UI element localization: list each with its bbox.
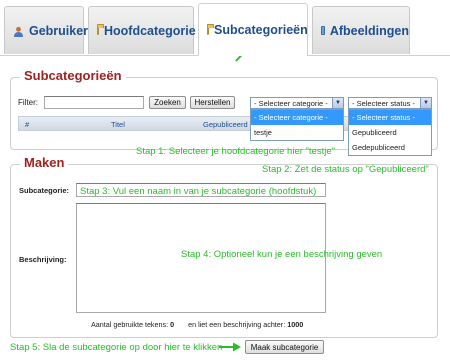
counter-remaining-value: 1000 — [287, 320, 304, 329]
tab-subcategorieen[interactable]: Subcategorieën — [198, 3, 308, 56]
tab-hoofdcategorie[interactable]: Hoofdcategorie — [88, 6, 196, 54]
counter-used-value: 0 — [170, 320, 175, 329]
list-section-title: Subcategorieën — [20, 68, 126, 83]
annotation-step-5: Stap 5: Sla de subcategorie op door hier… — [10, 342, 223, 353]
tab-label: Subcategorieën — [214, 23, 308, 37]
image-icon — [321, 26, 325, 35]
column-header-published[interactable]: Gepubliceerd — [203, 120, 248, 129]
counter-used-label: Aantal gebruikte tekens: — [91, 320, 169, 329]
column-header-title[interactable]: Titel — [111, 120, 125, 129]
dropdown-option[interactable]: testje — [251, 125, 343, 140]
dropdown-option[interactable]: - Selecteer status - — [349, 110, 431, 125]
category-dropdown-list: - Selecteer categorie - testje — [250, 109, 344, 141]
character-counter: Aantal gebruikte tekens: 0 en liet een b… — [91, 320, 303, 329]
dropdown-option[interactable]: Gepubliceerd — [349, 125, 431, 140]
dropdown-option[interactable]: Gedepubliceerd — [349, 140, 431, 155]
description-label: Beschrijving: — [19, 255, 67, 264]
tab-label: Gebruiker — [29, 23, 89, 38]
create-subcategory-button[interactable]: Maak subcategorie — [245, 340, 324, 354]
subcategory-label: Subcategorie: — [19, 186, 70, 195]
search-button[interactable]: Zoeken — [149, 96, 186, 109]
dropdown-option[interactable]: - Selecteer categorie - — [251, 110, 343, 125]
form-section-title: Maken — [20, 155, 69, 170]
category-select-value: - Selecteer categorie - — [254, 98, 328, 108]
tab-gebruiker[interactable]: Gebruiker — [4, 6, 88, 54]
filter-input[interactable] — [44, 96, 144, 109]
tab-label: Hoofdcategorie — [104, 23, 196, 38]
annotation-step-4: Stap 4: Optioneel kun je een beschrijvin… — [181, 249, 383, 260]
tab-bar: Gebruiker Hoofdcategorie Subcategorieën … — [0, 0, 450, 56]
folder-icon — [207, 23, 214, 35]
category-select[interactable]: - Selecteer categorie - ▼ — [250, 97, 344, 109]
user-icon — [13, 26, 24, 37]
status-dropdown-list: - Selecteer status - Gepubliceerd Gedepu… — [348, 109, 432, 156]
annotation-step-1: Stap 1: Selecteer je hoofdcategorie hier… — [136, 146, 335, 157]
counter-remaining-label: en liet een beschrijving achter: — [188, 320, 286, 329]
column-header-number[interactable]: # — [25, 120, 29, 129]
tab-afbeeldingen[interactable]: Afbeeldingen — [312, 6, 410, 54]
filter-label: Filter: — [18, 98, 38, 107]
status-select-value: - Selecteer status - — [352, 98, 415, 108]
annotation-arrow-icon — [219, 342, 241, 352]
reset-button[interactable]: Herstellen — [190, 96, 235, 109]
tab-label: Afbeeldingen — [329, 23, 409, 38]
chevron-down-icon[interactable]: ▼ — [420, 98, 431, 108]
status-select[interactable]: - Selecteer status - ▼ — [348, 97, 432, 109]
annotation-step-3: Stap 3: Vul een naam in van je subcatego… — [80, 186, 317, 197]
folder-icon — [97, 24, 104, 35]
chevron-down-icon[interactable]: ▼ — [332, 98, 343, 108]
